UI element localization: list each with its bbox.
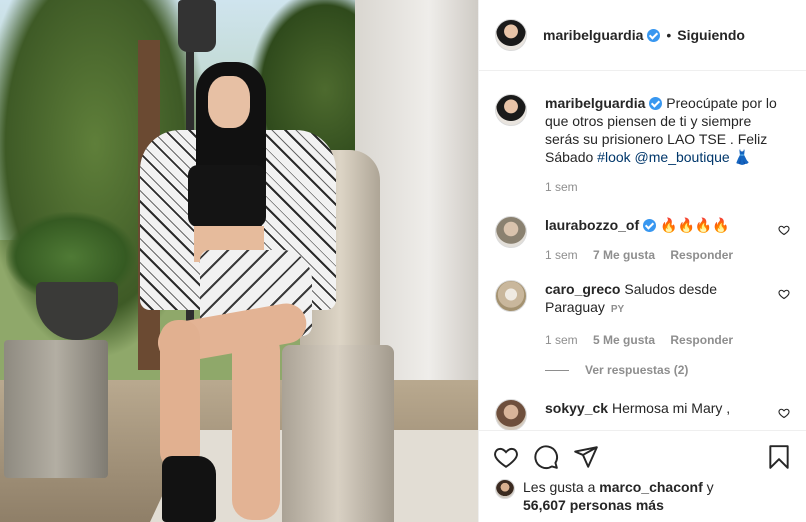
photo-person-boot: [162, 456, 216, 522]
bookmark-icon[interactable]: [766, 444, 792, 470]
comment-time[interactable]: 1 sem: [545, 248, 578, 262]
comment-username[interactable]: caro_greco: [545, 281, 620, 297]
comment-text: sokyy_ck Hermosa mi Mary ,: [545, 399, 777, 417]
post-photo[interactable]: [0, 0, 478, 522]
comment-bubble-icon[interactable]: [533, 444, 559, 470]
caption-avatar[interactable]: [495, 94, 527, 126]
instagram-post: maribelguardia • Siguiendo maribelguardi…: [0, 0, 806, 522]
post-header: maribelguardia • Siguiendo: [479, 0, 806, 71]
mention-link[interactable]: @me_boutique: [635, 149, 730, 165]
likes-text: Les gusta a marco_chaconf y 56,607 perso…: [523, 478, 714, 514]
comment-like-heart-icon[interactable]: [778, 224, 790, 236]
replies-divider: [545, 369, 569, 371]
photo-person-leg: [232, 330, 280, 520]
comment-meta: 1 sem 7 Me gusta Responder: [545, 248, 777, 262]
commenter-avatar[interactable]: [495, 280, 527, 312]
action-bar: [479, 430, 806, 482]
heart-icon[interactable]: [493, 444, 519, 470]
comment-username[interactable]: sokyy_ck: [545, 400, 608, 416]
comment-meta: 1 sem 5 Me gusta Responder: [545, 333, 777, 347]
caption-time[interactable]: 1 sem: [545, 180, 578, 194]
separator-dot: •: [666, 27, 672, 43]
likes-others-link[interactable]: 56,607 personas más: [523, 497, 664, 513]
comment-body: Hermosa mi Mary ,: [611, 400, 731, 416]
comment-like-heart-icon[interactable]: [778, 407, 790, 419]
photo-lamp: [178, 0, 216, 52]
comment-item: caro_greco Saludos desde Paraguay PY 1 s…: [495, 280, 790, 347]
post-sidebar: maribelguardia • Siguiendo maribelguardi…: [478, 0, 806, 522]
comment-likes[interactable]: 5 Me gusta: [593, 333, 655, 347]
likes-summary: Les gusta a marco_chaconf y 56,607 perso…: [495, 478, 795, 514]
author-avatar[interactable]: [495, 19, 527, 51]
likes-connector: y: [706, 479, 714, 495]
comment-item: sokyy_ck Hermosa mi Mary ,: [495, 399, 790, 430]
comments-list[interactable]: maribelguardia Preocúpate por lo que otr…: [479, 72, 806, 430]
dress-emoji: 👗: [733, 149, 752, 165]
paper-plane-icon[interactable]: [573, 444, 599, 470]
verified-badge-icon: [643, 219, 657, 232]
view-replies-button[interactable]: Ver respuestas (2): [545, 363, 790, 377]
author-username[interactable]: maribelguardia: [543, 27, 643, 43]
reply-button[interactable]: Responder: [670, 333, 733, 347]
commenter-avatar[interactable]: [495, 399, 527, 430]
caption-meta: 1 sem: [545, 180, 777, 194]
view-replies-label: Ver respuestas (2): [585, 363, 689, 377]
comment-item: laurabozzo_of 🔥🔥🔥🔥 1 sem 7 Me gusta Resp…: [495, 216, 790, 262]
comment-like-heart-icon[interactable]: [778, 288, 790, 300]
caption: maribelguardia Preocúpate por lo que otr…: [495, 94, 790, 194]
photo-pillar: [282, 345, 394, 522]
caption-username[interactable]: maribelguardia: [545, 95, 645, 111]
liker-username[interactable]: marco_chaconf: [599, 479, 702, 495]
photo-person-top: [188, 165, 266, 227]
commenter-avatar[interactable]: [495, 216, 527, 248]
comment-text: laurabozzo_of 🔥🔥🔥🔥: [545, 216, 777, 234]
likes-prefix: Les gusta a: [523, 479, 596, 495]
country-tag: PY: [610, 304, 625, 315]
reply-button[interactable]: Responder: [670, 248, 733, 262]
photo-pedestal: [4, 340, 108, 478]
comment-time[interactable]: 1 sem: [545, 333, 578, 347]
comment-text: caro_greco Saludos desde Paraguay PY: [545, 280, 777, 319]
comment-username[interactable]: laurabozzo_of: [545, 217, 639, 233]
hashtag-link[interactable]: #look: [597, 149, 630, 165]
caption-text: maribelguardia Preocúpate por lo que otr…: [545, 94, 777, 166]
comment-likes[interactable]: 7 Me gusta: [593, 248, 655, 262]
liker-avatar[interactable]: [495, 479, 515, 499]
comment-body: 🔥🔥🔥🔥: [660, 217, 730, 233]
photo-person-leg: [160, 320, 200, 470]
verified-badge-icon: [647, 28, 661, 42]
following-button[interactable]: Siguiendo: [677, 27, 745, 43]
photo-person-face: [208, 76, 250, 128]
verified-badge-icon: [649, 97, 663, 110]
